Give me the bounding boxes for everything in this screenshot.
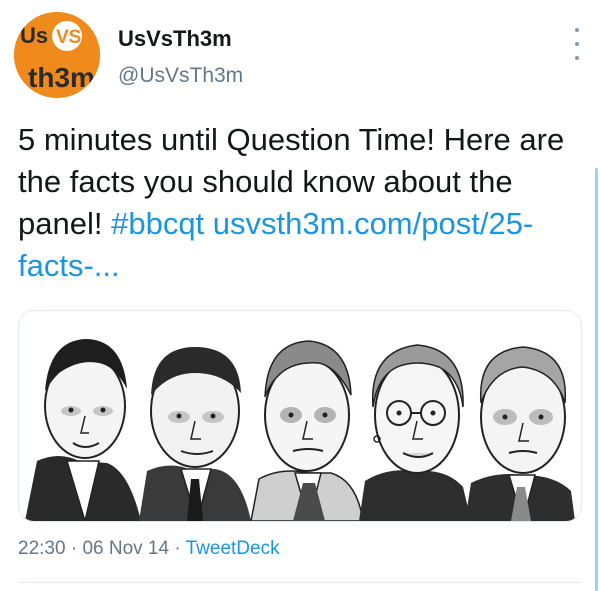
- caricature-2: [139, 347, 251, 521]
- tweet-date[interactable]: 06 Nov 14: [82, 538, 169, 559]
- tweet-meta: 22:30 · 06 Nov 14 · TweetDeck: [18, 538, 280, 560]
- tweet-time[interactable]: 22:30: [18, 538, 66, 559]
- tweet-source-link[interactable]: TweetDeck: [186, 538, 280, 559]
- meta-separator: ·: [70, 538, 78, 559]
- hashtag-link[interactable]: #bbcqt: [111, 206, 204, 241]
- meta-separator: ·: [174, 538, 181, 559]
- avatar[interactable]: Us VS th3m: [14, 12, 100, 98]
- media-card[interactable]: [18, 310, 582, 522]
- tweet-header: Us VS th3m UsVsTh3m @UsVsTh3m: [14, 12, 586, 104]
- author-name[interactable]: UsVsTh3m: [118, 26, 232, 52]
- author-handle[interactable]: @UsVsTh3m: [118, 64, 243, 88]
- more-vertical-icon[interactable]: [568, 28, 586, 60]
- cartoon-image: [19, 311, 581, 521]
- avatar-text-top: Us: [20, 23, 48, 48]
- avatar-text-bottom: th3m: [28, 62, 95, 93]
- tweet-text: 5 minutes until Question Time! Here are …: [18, 119, 583, 287]
- scrollbar[interactable]: [595, 168, 598, 591]
- divider: [18, 582, 582, 583]
- avatar-text-vs: VS: [56, 27, 81, 48]
